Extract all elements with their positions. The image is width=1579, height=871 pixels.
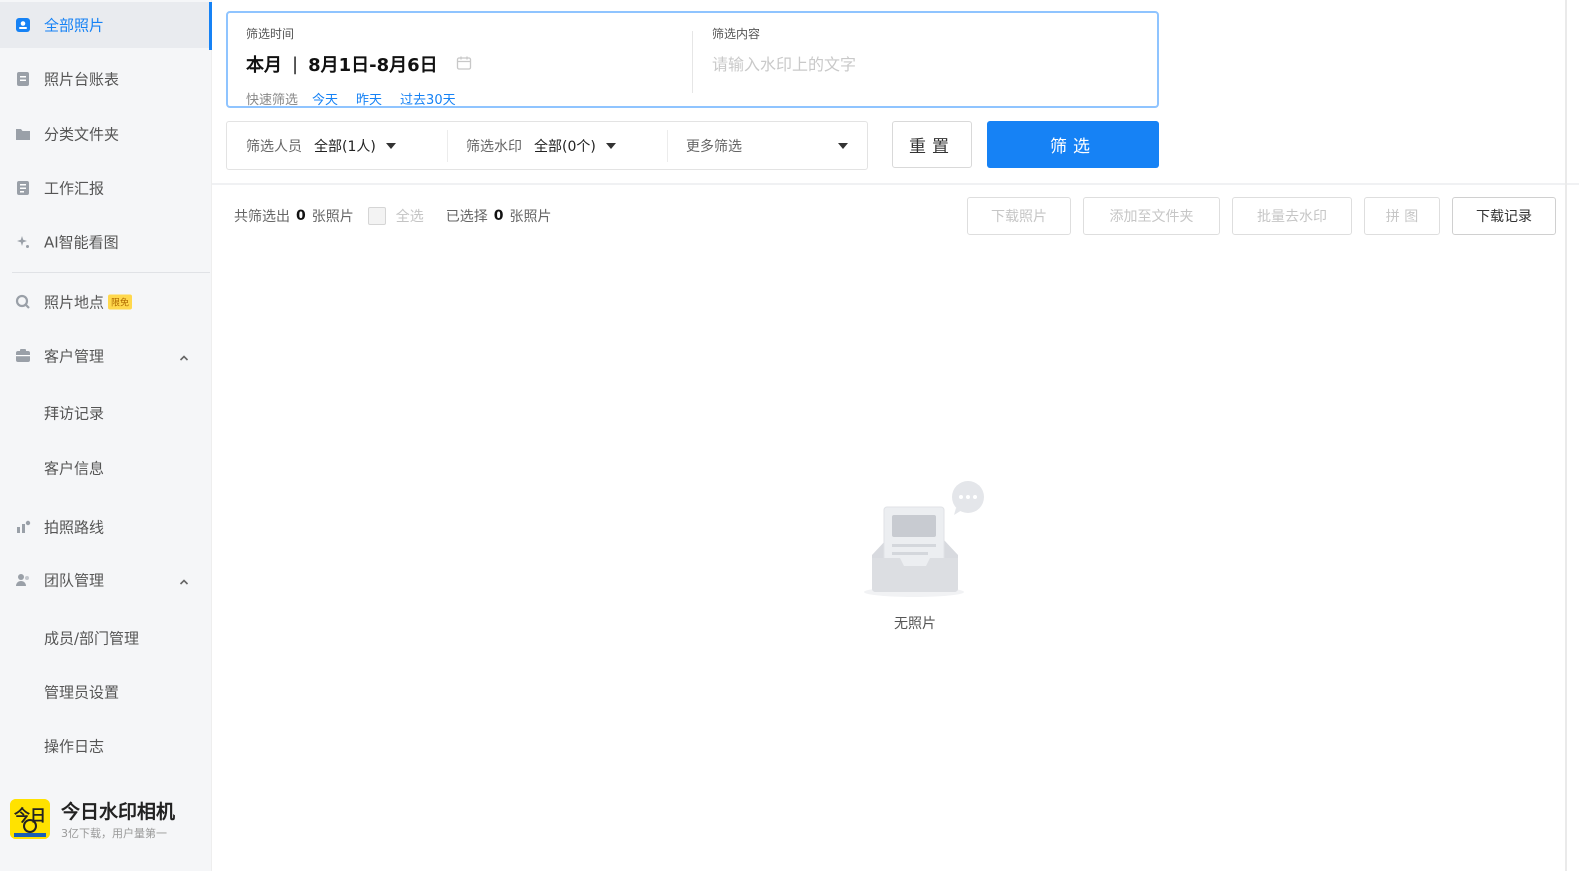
total-suffix: 张照片	[311, 209, 354, 225]
sidebar-item-label: 客户管理	[44, 347, 105, 366]
date-range-value: 8月1日-8月6日	[308, 55, 438, 76]
quick-filter-today[interactable]: 今天	[312, 89, 338, 108]
selected-count: 0	[493, 208, 504, 224]
watermark-text-input[interactable]	[712, 51, 1132, 77]
filter-divider	[692, 31, 693, 93]
caret-down-icon	[385, 142, 396, 149]
quick-filter: 快速筛选 今天 昨天 过去30天	[246, 89, 474, 108]
sidebar-item-ai-view[interactable]: AI智能看图	[0, 219, 212, 265]
person-filter-dropdown[interactable]: 筛选人员 全部(1人)	[246, 122, 396, 169]
sidebar-item-label: 管理员设置	[44, 683, 120, 702]
watermark-filter-label: 筛选水印	[466, 138, 522, 155]
sidebar-item-folders[interactable]: 分类文件夹	[0, 111, 212, 157]
sidebar-item-customer-management[interactable]: 客户管理	[0, 333, 212, 379]
batch-remove-watermark-button[interactable]: 批量去水印	[1232, 197, 1352, 235]
sidebar: 全部照片 照片台账表 分类文件夹 工作汇报 AI智能看图 照片地点 限免 客户管…	[0, 0, 212, 871]
chevron-up-icon[interactable]	[178, 350, 190, 362]
sidebar-item-work-report[interactable]: 工作汇报	[0, 165, 212, 211]
sidebar-item-label: 操作日志	[44, 737, 105, 756]
brand-subtitle: 3亿下载，用户量第一	[61, 827, 167, 840]
sidebar-item-all-photos[interactable]: 全部照片	[0, 2, 212, 50]
team-icon	[14, 571, 32, 589]
filter-time-label: 筛选时间	[246, 27, 295, 41]
sidebar-item-team-management[interactable]: 团队管理	[0, 557, 212, 603]
selected-suffix: 张照片	[509, 209, 552, 225]
filter-button[interactable]: 筛选	[987, 121, 1159, 168]
caret-down-icon	[838, 143, 848, 149]
person-filter-value: 全部(1人)	[314, 138, 376, 155]
sidebar-divider	[12, 272, 210, 273]
brand: 今日 今日水印相机 3亿下载，用户量第一	[10, 795, 205, 845]
empty-state: 无照片	[860, 480, 990, 640]
sidebar-item-visit-records[interactable]: 拜访记录	[0, 390, 212, 436]
free-badge: 限免	[108, 294, 133, 310]
empty-state-text: 无照片	[894, 616, 936, 632]
add-to-folder-button[interactable]: 添加至文件夹	[1083, 197, 1220, 235]
sidebar-item-operation-log[interactable]: 操作日志	[0, 723, 212, 769]
sidebar-item-members-departments[interactable]: 成员/部门管理	[0, 615, 212, 661]
empty-inbox-icon	[864, 481, 984, 597]
sidebar-item-label: 团队管理	[44, 571, 105, 590]
route-icon	[14, 518, 32, 536]
sidebar-item-label: 分类文件夹	[44, 125, 120, 144]
sidebar-item-label: 全部照片	[44, 16, 105, 35]
brand-logo-icon: 今日	[10, 799, 50, 839]
sidebar-item-label: 成员/部门管理	[44, 629, 140, 648]
folder-icon	[14, 125, 32, 143]
brand-name: 今日水印相机	[61, 801, 176, 823]
location-icon	[14, 293, 32, 311]
date-separator: |	[292, 53, 299, 75]
select-all-checkbox[interactable]	[367, 207, 386, 225]
filter-content-label: 筛选内容	[712, 27, 761, 41]
photo-icon	[14, 16, 32, 34]
sidebar-item-label: AI智能看图	[44, 233, 119, 252]
filter-row-divider	[447, 130, 448, 162]
page-scrollbar[interactable]	[1565, 0, 1567, 871]
brand-logo-text: 今日	[13, 806, 46, 825]
chevron-up-icon[interactable]	[178, 574, 190, 586]
download-photos-button[interactable]: 下载照片	[967, 197, 1071, 235]
report-icon	[14, 179, 32, 197]
customer-icon	[14, 347, 32, 365]
quick-filter-last-30-days[interactable]: 过去30天	[400, 89, 456, 108]
filter-row-divider	[667, 130, 668, 162]
collage-button[interactable]: 拼 图	[1364, 197, 1440, 235]
sidebar-item-admin-settings[interactable]: 管理员设置	[0, 669, 212, 715]
sidebar-item-photo-route[interactable]: 拍照路线	[0, 504, 212, 550]
sidebar-item-label: 拍照路线	[44, 518, 105, 537]
more-filters-label: 更多筛选	[686, 138, 742, 155]
sidebar-item-photo-ledger[interactable]: 照片台账表	[0, 56, 212, 102]
ledger-icon	[14, 70, 32, 88]
person-filter-label: 筛选人员	[246, 138, 302, 155]
filter-card: 筛选时间 本月 | 8月1日-8月6日 快速筛选 今天 昨天 过去30天 筛选内…	[226, 11, 1159, 108]
more-filters-dropdown[interactable]: 更多筛选	[686, 122, 848, 169]
quick-filter-label: 快速筛选	[246, 93, 299, 108]
sidebar-item-label: 照片地点	[44, 293, 105, 312]
reset-button[interactable]: 重置	[892, 121, 972, 168]
quick-filter-yesterday[interactable]: 昨天	[356, 89, 382, 108]
results-summary: 共筛选出 0 张照片 全选 已选择 0 张照片	[234, 205, 552, 227]
ai-sparkle-icon	[14, 233, 32, 251]
filter-row: 筛选人员 全部(1人) 筛选水印 全部(0个) 更多筛选	[226, 121, 868, 170]
sidebar-item-label: 工作汇报	[44, 179, 105, 198]
sidebar-item-photo-location[interactable]: 照片地点 限免	[0, 279, 212, 325]
download-history-button[interactable]: 下载记录	[1452, 197, 1556, 235]
watermark-filter-dropdown[interactable]: 筛选水印 全部(0个)	[466, 122, 616, 169]
sidebar-item-customer-info[interactable]: 客户信息	[0, 445, 212, 491]
selected-prefix: 已选择	[445, 209, 488, 225]
date-period: 本月	[246, 55, 282, 76]
sidebar-item-label: 照片台账表	[44, 70, 120, 89]
date-range-picker[interactable]: 本月 | 8月1日-8月6日	[246, 51, 438, 77]
sidebar-item-label: 客户信息	[44, 459, 105, 478]
calendar-icon[interactable]	[456, 55, 472, 75]
section-divider	[212, 183, 1579, 185]
caret-down-icon	[605, 142, 616, 149]
total-count: 0	[296, 208, 306, 224]
sidebar-item-label: 拜访记录	[44, 404, 105, 423]
watermark-filter-value: 全部(0个)	[534, 138, 596, 155]
select-all-label: 全选	[395, 209, 424, 225]
total-prefix: 共筛选出	[234, 209, 290, 225]
